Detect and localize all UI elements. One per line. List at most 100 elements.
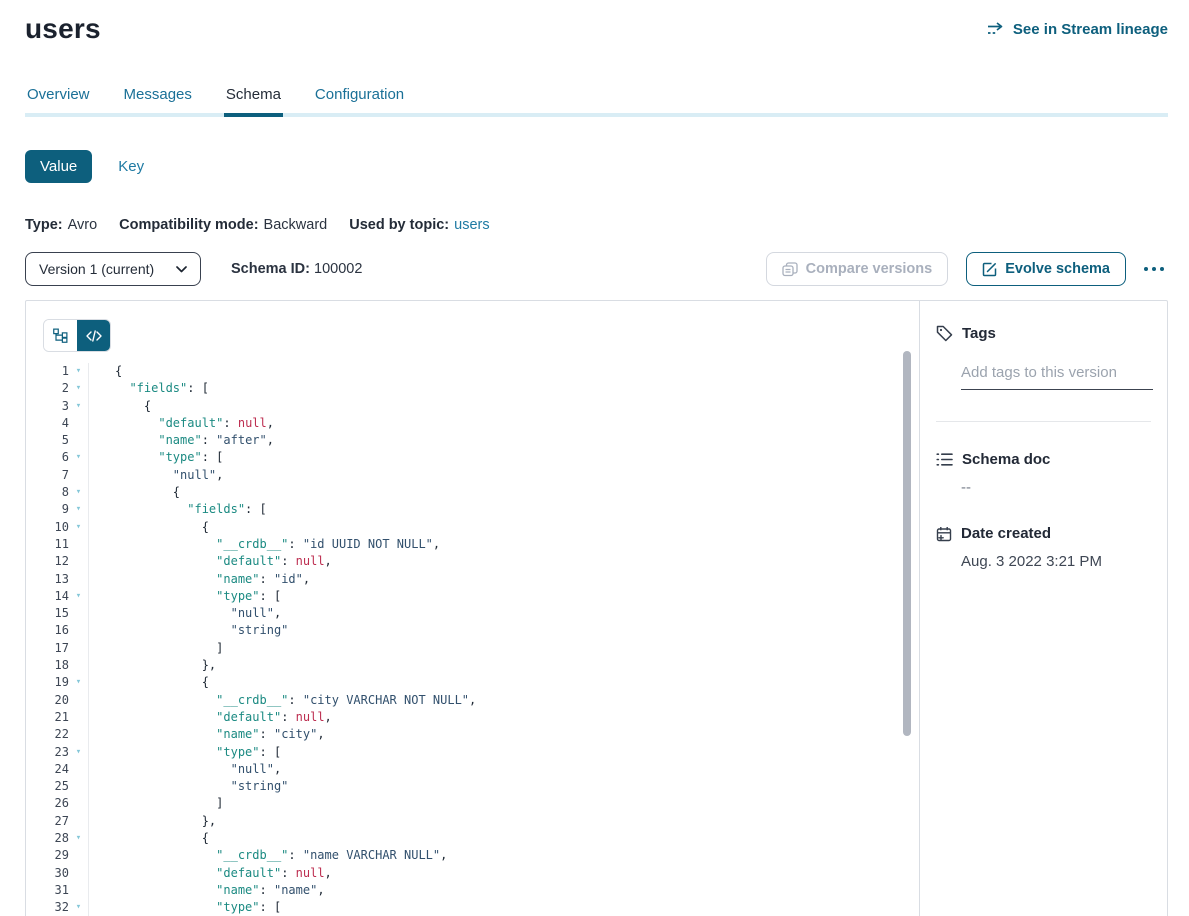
code-line[interactable]: 11 "__crdb__": "id UUID NOT NULL",	[43, 536, 919, 553]
code-view-button[interactable]	[77, 320, 110, 351]
schema-type: Type: Avro	[25, 217, 97, 233]
code-text: "name": "id",	[89, 571, 310, 588]
line-number: 6	[43, 449, 69, 466]
code-line[interactable]: 2▾ "fields": [	[43, 380, 919, 397]
code-line[interactable]: 30 "default": null,	[43, 865, 919, 882]
line-number: 22	[43, 726, 69, 743]
fold-arrow-icon[interactable]: ▾	[69, 674, 89, 691]
code-line[interactable]: 8▾ {	[43, 484, 919, 501]
tab-overview[interactable]: Overview	[25, 80, 92, 113]
line-number: 5	[43, 432, 69, 449]
key-button[interactable]: Key	[118, 158, 144, 175]
code-line[interactable]: 26 ]	[43, 795, 919, 812]
editor-scrollbar[interactable]	[903, 351, 911, 736]
line-number: 18	[43, 657, 69, 674]
value-key-toggle: Value Key	[25, 150, 1168, 183]
value-button[interactable]: Value	[25, 150, 92, 183]
code-line[interactable]: 10▾ {	[43, 519, 919, 536]
code-editor-area[interactable]: 1▾{2▾ "fields": [3▾ {4 "default": null,5…	[43, 363, 919, 916]
evolve-schema-button[interactable]: Evolve schema	[966, 252, 1126, 286]
code-line[interactable]: 6▾ "type": [	[43, 449, 919, 466]
line-number: 14	[43, 588, 69, 605]
fold-arrow-icon[interactable]: ▾	[69, 588, 89, 605]
fold-arrow-icon[interactable]: ▾	[69, 449, 89, 466]
code-line[interactable]: 27 },	[43, 813, 919, 830]
line-number: 3	[43, 398, 69, 415]
line-number: 15	[43, 605, 69, 622]
fold-arrow-icon[interactable]: ▾	[69, 363, 89, 380]
fold-spacer	[69, 605, 89, 622]
schema-id-value: 100002	[314, 261, 362, 277]
code-line[interactable]: 32▾ "type": [	[43, 899, 919, 916]
version-select[interactable]: Version 1 (current)	[25, 252, 201, 286]
topic-link[interactable]: users	[454, 217, 489, 233]
code-text: "default": null,	[89, 709, 332, 726]
stream-lineage-icon	[987, 22, 1006, 37]
code-line[interactable]: 20 "__crdb__": "city VARCHAR NOT NULL",	[43, 692, 919, 709]
line-number: 21	[43, 709, 69, 726]
code-line[interactable]: 28▾ {	[43, 830, 919, 847]
code-line[interactable]: 19▾ {	[43, 674, 919, 691]
add-tags-input[interactable]	[961, 362, 1153, 390]
fold-spacer	[69, 571, 89, 588]
more-options-icon	[1144, 267, 1164, 271]
fold-spacer	[69, 692, 89, 709]
fold-arrow-icon[interactable]: ▾	[69, 380, 89, 397]
code-line[interactable]: 22 "name": "city",	[43, 726, 919, 743]
version-bar: Version 1 (current) Schema ID: 100002 Co…	[25, 252, 1168, 286]
date-created-value: Aug. 3 2022 3:21 PM	[961, 553, 1151, 570]
fold-arrow-icon[interactable]: ▾	[69, 519, 89, 536]
line-number: 28	[43, 830, 69, 847]
code-line[interactable]: 15 "null",	[43, 605, 919, 622]
code-line[interactable]: 14▾ "type": [	[43, 588, 919, 605]
line-number: 26	[43, 795, 69, 812]
code-line[interactable]: 18 },	[43, 657, 919, 674]
code-text: "name": "city",	[89, 726, 325, 743]
code-line[interactable]: 29 "__crdb__": "name VARCHAR NULL",	[43, 847, 919, 864]
code-line[interactable]: 21 "default": null,	[43, 709, 919, 726]
code-text: "name": "after",	[89, 432, 274, 449]
tree-view-button[interactable]	[44, 320, 77, 351]
code-line[interactable]: 23▾ "type": [	[43, 744, 919, 761]
fold-arrow-icon[interactable]: ▾	[69, 501, 89, 518]
fold-arrow-icon[interactable]: ▾	[69, 899, 89, 916]
line-number: 19	[43, 674, 69, 691]
more-options-button[interactable]	[1140, 263, 1168, 275]
list-icon	[936, 452, 953, 467]
code-line[interactable]: 12 "default": null,	[43, 553, 919, 570]
used-by-topic-label: Used by topic:	[349, 217, 449, 233]
code-line[interactable]: 17 ]	[43, 640, 919, 657]
schema-doc-value: --	[961, 479, 1151, 496]
tab-configuration[interactable]: Configuration	[313, 80, 406, 113]
code-text: "type": [	[89, 588, 281, 605]
stream-lineage-link[interactable]: See in Stream lineage	[987, 21, 1168, 38]
fold-arrow-icon[interactable]: ▾	[69, 830, 89, 847]
code-line[interactable]: 31 "name": "name",	[43, 882, 919, 899]
code-line[interactable]: 25 "string"	[43, 778, 919, 795]
code-text: "default": null,	[89, 553, 332, 570]
fold-spacer	[69, 795, 89, 812]
tab-bar: Overview Messages Schema Configuration	[25, 80, 1168, 117]
tree-view-icon	[53, 328, 68, 343]
fold-arrow-icon[interactable]: ▾	[69, 484, 89, 501]
date-created-header: Date created	[936, 525, 1151, 542]
tab-messages[interactable]: Messages	[122, 80, 194, 113]
compare-versions-button[interactable]: Compare versions	[766, 252, 949, 286]
code-line[interactable]: 3▾ {	[43, 398, 919, 415]
code-text: },	[89, 813, 216, 830]
code-line[interactable]: 1▾{	[43, 363, 919, 380]
code-line[interactable]: 4 "default": null,	[43, 415, 919, 432]
code-line[interactable]: 24 "null",	[43, 761, 919, 778]
code-text: "fields": [	[89, 380, 209, 397]
compatibility-mode: Compatibility mode: Backward	[119, 217, 327, 233]
code-line[interactable]: 7 "null",	[43, 467, 919, 484]
fold-arrow-icon[interactable]: ▾	[69, 398, 89, 415]
fold-arrow-icon[interactable]: ▾	[69, 744, 89, 761]
line-number: 13	[43, 571, 69, 588]
code-line[interactable]: 5 "name": "after",	[43, 432, 919, 449]
code-line[interactable]: 9▾ "fields": [	[43, 501, 919, 518]
code-line[interactable]: 16 "string"	[43, 622, 919, 639]
code-line[interactable]: 13 "name": "id",	[43, 571, 919, 588]
version-select-value: Version 1 (current)	[39, 261, 154, 277]
tab-schema[interactable]: Schema	[224, 80, 283, 117]
